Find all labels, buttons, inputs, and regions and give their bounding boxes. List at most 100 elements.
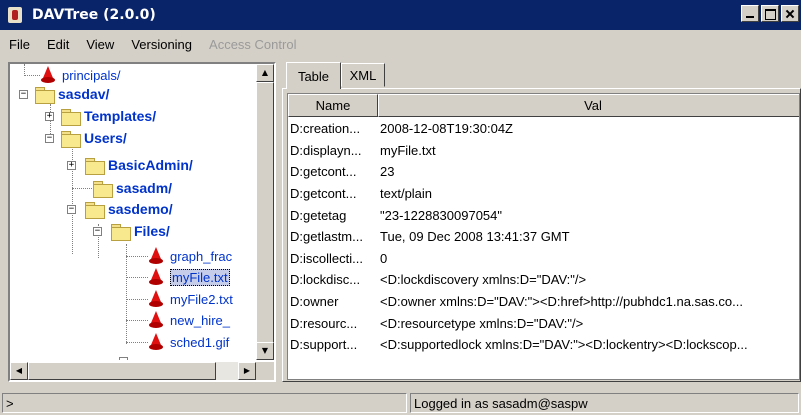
tree-item-label: Users/ — [84, 130, 127, 146]
properties-table[interactable]: Name Val D:creation... 2008-12-08T19:30:0… — [287, 93, 800, 380]
java-cup-icon — [4, 4, 26, 26]
table-row[interactable]: D:getlastm... Tue, 09 Dec 2008 13:41:37 G… — [288, 226, 799, 248]
resource-icon — [40, 66, 56, 84]
cell-val: <D:owner xmlns:D="DAV:"><D:href>http://p… — [380, 294, 743, 310]
tree-item-myfile-txt[interactable]: myFile.txt — [148, 267, 230, 287]
minimize-button[interactable] — [741, 5, 759, 22]
cell-name: D:getcont... — [290, 186, 357, 202]
scroll-left-arrow-icon[interactable]: ◀ — [10, 362, 28, 380]
tree-item-label: myFile.txt — [170, 268, 230, 286]
table-row[interactable]: D:getcont... text/plain — [288, 183, 799, 205]
tree-item-sasadm[interactable]: sasadm/ — [92, 178, 172, 198]
cell-name: D:creation... — [290, 121, 361, 137]
cell-name: D:iscollecti... — [290, 250, 363, 266]
tree-item-users[interactable]: Users/ — [60, 128, 127, 148]
collapse-toggle[interactable]: − — [93, 227, 102, 236]
maximize-button[interactable] — [761, 5, 779, 22]
window-controls — [741, 5, 799, 22]
collapse-toggle[interactable]: − — [67, 205, 76, 214]
tree-item-label: new_hire_ — [170, 312, 230, 328]
tree-item-label: graph_frac — [170, 248, 233, 264]
scrollbar-corner — [256, 362, 274, 380]
status-message: Logged in as sasadm@saspw — [410, 393, 799, 413]
tab-content: Name Val D:creation... 2008-12-08T19:30:0… — [282, 88, 801, 382]
tree-item-label: BasicAdmin/ — [108, 157, 193, 173]
tree-item-graph-frac[interactable]: graph_frac — [148, 246, 232, 266]
resource-icon — [148, 333, 164, 351]
table-row[interactable]: D:iscollecti... 0 — [288, 248, 799, 270]
column-header-val[interactable]: Val — [378, 94, 799, 117]
cell-name: D:getcont... — [290, 164, 357, 180]
properties-area: Table XML Name Val D:creation... 2008-12-… — [282, 62, 801, 382]
table-row[interactable]: D:owner <D:owner xmlns:D="DAV:"><D:href>h… — [288, 291, 799, 313]
tree-vertical-scrollbar[interactable]: ▲ ▼ — [256, 64, 274, 360]
cell-name: D:owner — [290, 294, 339, 310]
menu-versioning[interactable]: Versioning — [122, 37, 200, 52]
cell-name: D:resourc... — [290, 315, 358, 331]
tree-item-sasdemo[interactable]: sasdemo/ — [84, 199, 173, 219]
tree-connector — [126, 320, 148, 321]
tab-table[interactable]: Table — [286, 62, 341, 89]
folder-icon — [60, 108, 81, 126]
cell-val: 23 — [380, 164, 395, 180]
scroll-down-arrow-icon[interactable]: ▼ — [256, 342, 274, 360]
tree-item-basicadmin[interactable]: BasicAdmin/ — [84, 155, 193, 175]
close-button[interactable] — [781, 5, 799, 22]
table-row[interactable]: D:support... <D:supportedlock xmlns:D="DA… — [288, 334, 799, 356]
column-header-name[interactable]: Name — [288, 94, 378, 117]
cell-val: 2008-12-08T19:30:04Z — [380, 121, 513, 137]
tree-connector — [72, 188, 92, 189]
table-row[interactable]: D:lockdisc... <D:lockdiscovery xmlns:D="D… — [288, 269, 799, 291]
cell-name: D:getetag — [290, 207, 347, 223]
tree-vertical-scroll-thumb[interactable] — [256, 82, 274, 344]
table-row[interactable]: D:creation... 2008-12-08T19:30:04Z — [288, 118, 799, 140]
tab-xml[interactable]: XML — [341, 63, 385, 87]
tree-connector — [126, 256, 148, 257]
table-row[interactable]: D:getcont... 23 — [288, 161, 799, 183]
status-bar: > Logged in as sasadm@saspw — [0, 393, 801, 415]
resource-icon — [148, 311, 164, 329]
folder-icon — [84, 157, 105, 175]
tree-horizontal-scrollbar[interactable]: ◀ ▶ — [10, 362, 256, 380]
collapse-toggle[interactable]: − — [19, 90, 28, 99]
menu-edit[interactable]: Edit — [38, 37, 77, 52]
expand-toggle[interactable]: + — [45, 112, 54, 121]
resource-icon — [148, 247, 164, 265]
tree-horizontal-scroll-thumb[interactable] — [28, 362, 216, 380]
menu-access-control: Access Control — [209, 36, 297, 52]
cell-val: <D:resourcetype xmlns:D="DAV:"/> — [380, 315, 584, 331]
tree-connector — [24, 75, 40, 76]
scroll-right-arrow-icon[interactable]: ▶ — [238, 362, 256, 380]
tree-item-sched1-gif[interactable]: sched1.gif — [148, 332, 229, 352]
folder-icon — [34, 86, 55, 104]
cell-name: D:support... — [290, 337, 358, 353]
menu-view[interactable]: View — [77, 37, 122, 52]
folder-icon — [84, 201, 105, 219]
cell-name: D:getlastm... — [290, 229, 363, 245]
expand-toggle[interactable]: + — [67, 161, 76, 170]
table-row[interactable]: D:displayn... myFile.txt — [288, 140, 799, 162]
cell-val: Tue, 09 Dec 2008 13:41:37 GMT — [380, 229, 570, 245]
tree-item-templates[interactable]: Templates/ — [60, 106, 156, 126]
tree-item-new-hire[interactable]: new_hire_ — [148, 310, 230, 330]
cell-val: <D:supportedlock xmlns:D="DAV:"><D:locke… — [380, 337, 748, 353]
tree-item-label: sasdemo/ — [108, 201, 173, 217]
scroll-up-arrow-icon[interactable]: ▲ — [256, 64, 274, 82]
folder-icon — [110, 223, 131, 241]
collapse-toggle[interactable]: − — [45, 134, 54, 143]
menu-file[interactable]: File — [0, 37, 38, 52]
table-row[interactable]: D:getetag "23-1228830097054" — [288, 204, 799, 226]
tree-item-label: principals/ — [62, 67, 121, 83]
tree-item-label: myFile2.txt — [170, 291, 233, 307]
resource-icon — [148, 290, 164, 308]
tree-item-myfile2-txt[interactable]: myFile2.txt — [148, 289, 233, 309]
tree-item-sasdav[interactable]: sasdav/ — [34, 84, 109, 104]
expand-toggle[interactable] — [119, 357, 128, 360]
table-row[interactable]: D:resourc... <D:resourcetype xmlns:D="DAV… — [288, 312, 799, 334]
cell-val: text/plain — [380, 186, 433, 202]
command-prompt[interactable]: > — [2, 393, 407, 413]
tree-item-files[interactable]: Files/ — [110, 221, 170, 241]
tree-item-principals[interactable]: principals/ — [40, 65, 121, 85]
tree-item-label: Templates/ — [84, 108, 157, 124]
folder-icon — [60, 130, 81, 148]
